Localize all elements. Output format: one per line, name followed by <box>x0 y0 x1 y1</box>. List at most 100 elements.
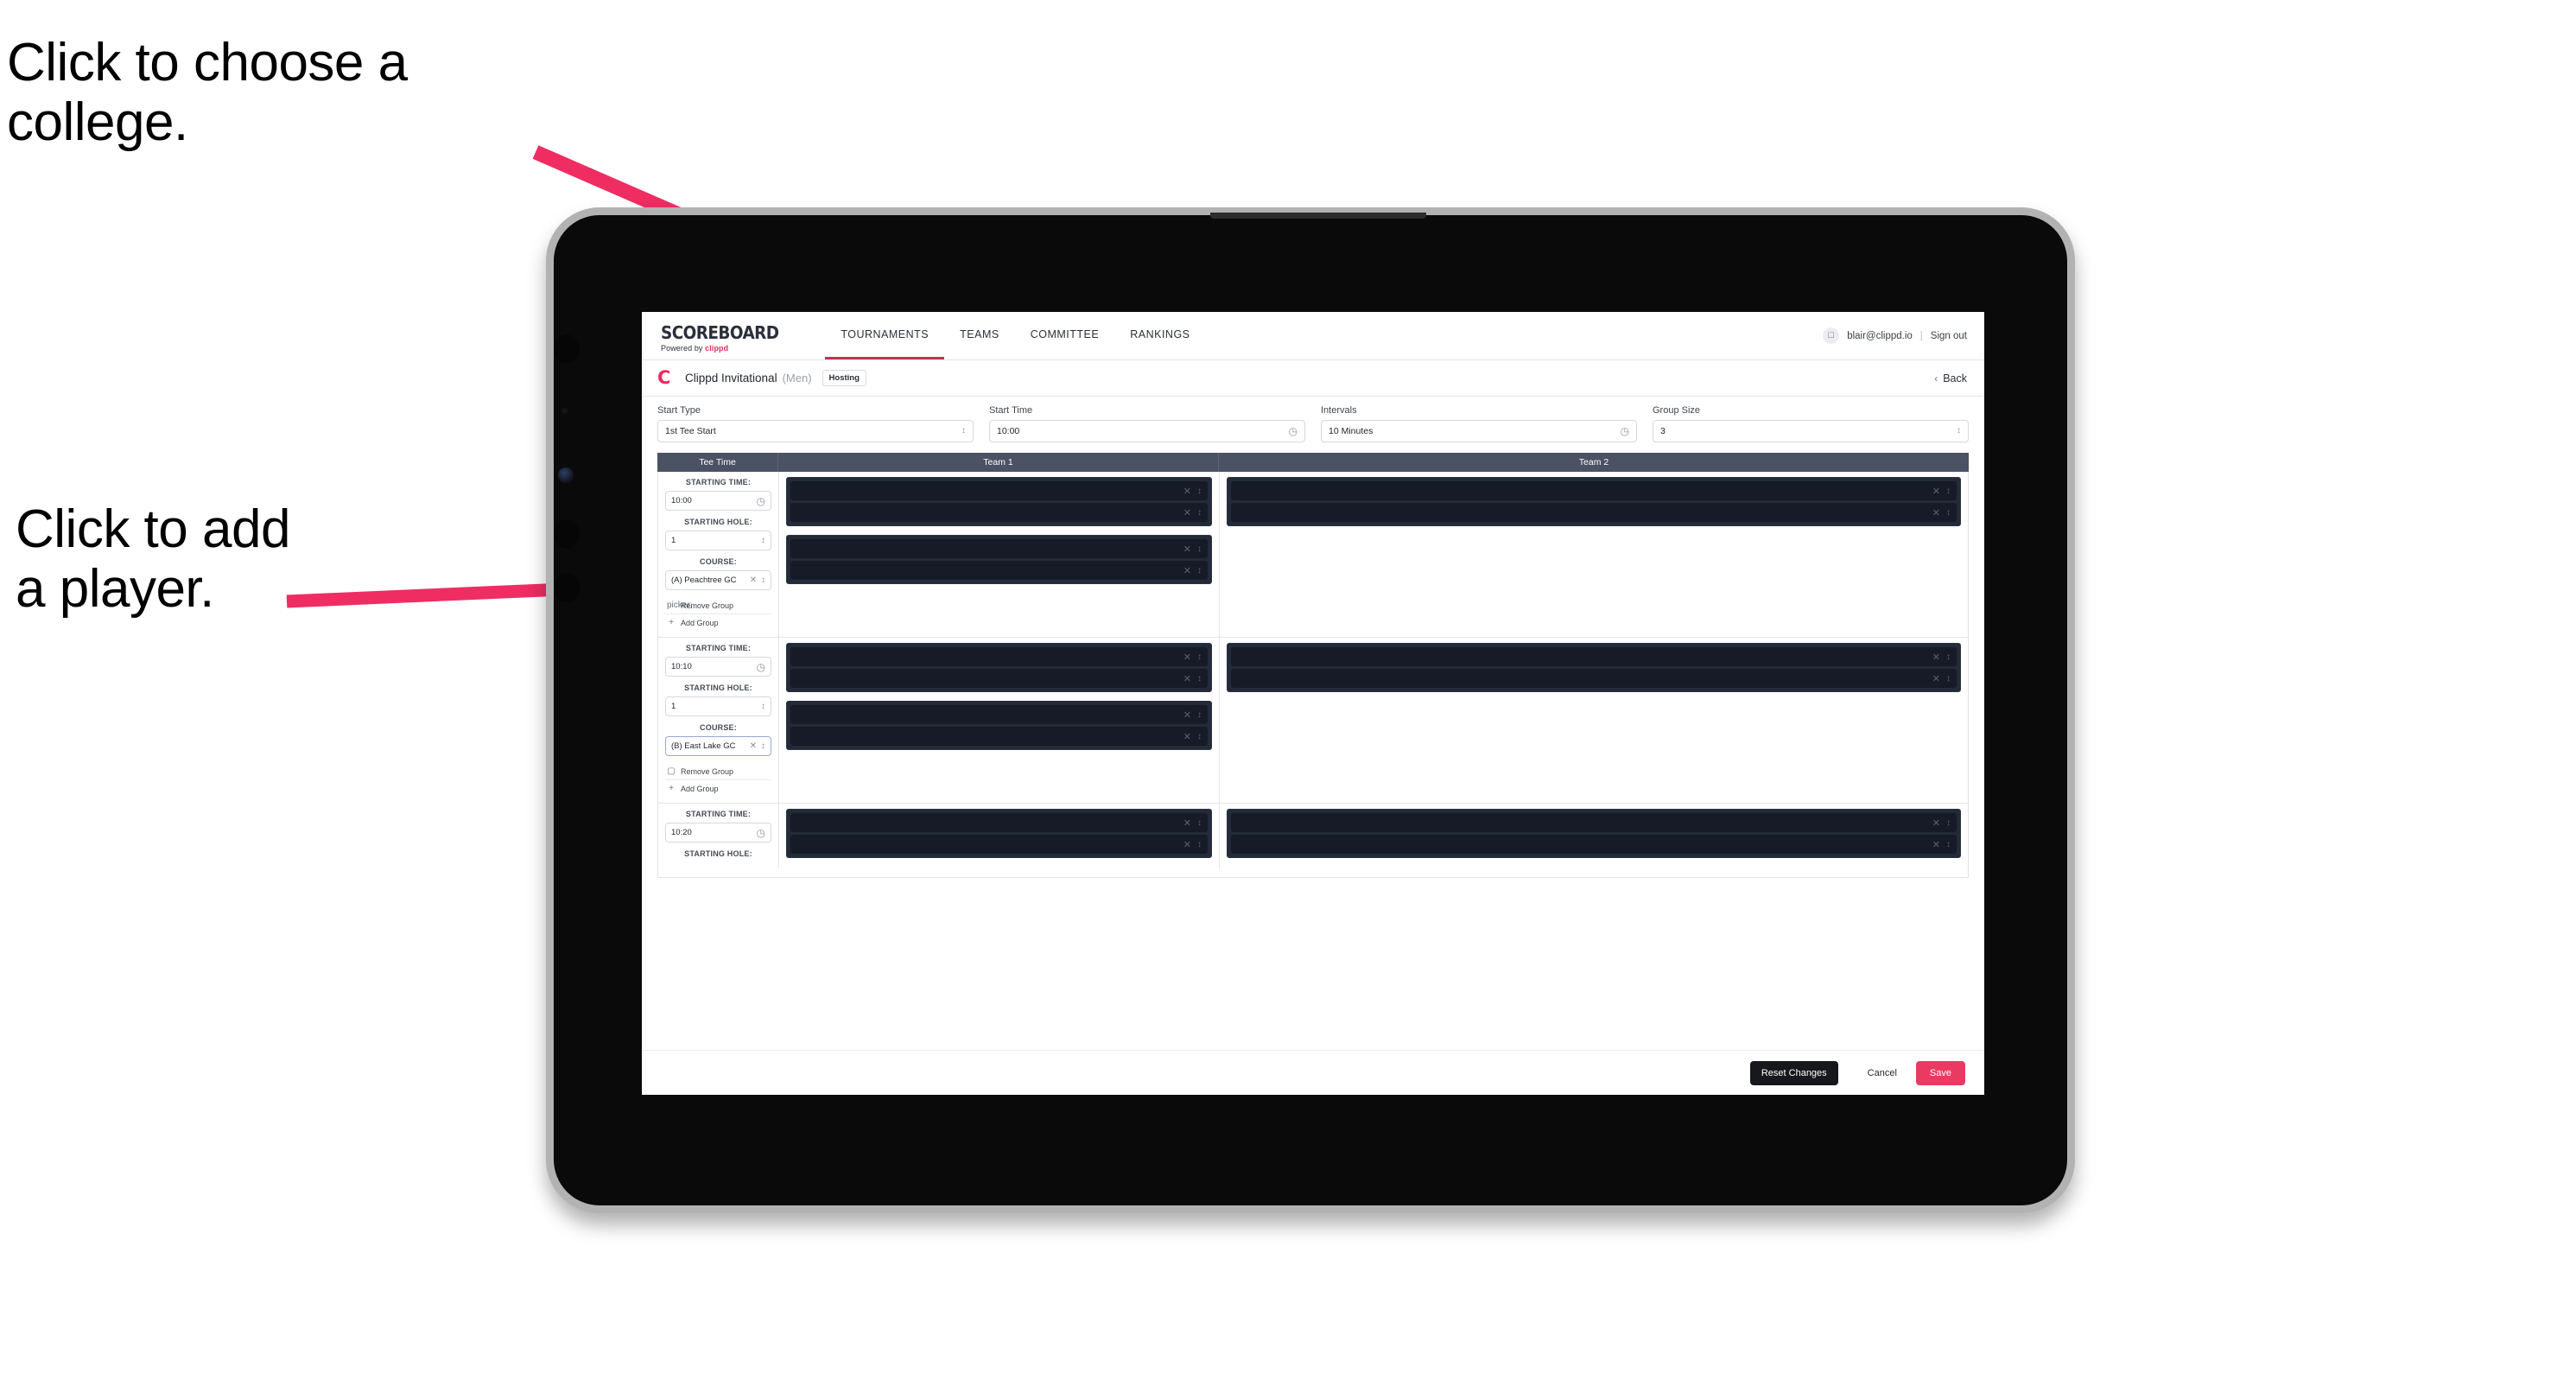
player-slot[interactable]: ✕ ↕ <box>790 539 1208 558</box>
starting-time-value: 10:20 <box>671 828 692 837</box>
status-badge: Hosting <box>822 370 866 386</box>
chevron-updown-icon: ↕ <box>761 701 765 711</box>
clear-icon[interactable]: ✕ <box>1183 652 1191 663</box>
remove-group-button[interactable]: ▢ Remove Group <box>665 763 771 780</box>
nav-item-teams[interactable]: TEAMS <box>944 312 1015 359</box>
player-slot[interactable]: ✕ ↕ <box>790 481 1208 500</box>
filters-row: Start Type 1st Tee Start ↕ Start Time 10… <box>642 397 1984 449</box>
player-group: ✕ ↕ ✕ ↕ <box>786 477 1212 526</box>
player-slot[interactable]: ✕ ↕ <box>790 813 1208 832</box>
app-viewport: SCOREBOARD Powered by clippd TOURNAMENTS… <box>642 312 1984 1095</box>
clear-icon[interactable]: ✕ <box>1183 486 1191 497</box>
clear-icon[interactable]: ✕ <box>1183 544 1191 555</box>
chevron-updown-icon: ↕ <box>1946 817 1951 828</box>
player-slot[interactable]: ✕ ↕ <box>790 561 1208 580</box>
course-value: (B) East Lake GC <box>671 741 736 751</box>
clear-icon[interactable]: ✕ <box>1932 817 1940 829</box>
save-button[interactable]: Save <box>1915 1060 1965 1085</box>
clear-icon[interactable]: ✕ <box>1183 839 1191 850</box>
intervals-value: 10 Minutes <box>1329 426 1374 436</box>
chevron-updown-icon: ↕ <box>1197 652 1202 662</box>
column-header-team-1: Team 1 <box>778 453 1219 472</box>
chevron-updown-icon: ↕ <box>761 741 765 751</box>
screenshot-root: Click to choose a college. Click to add … <box>0 0 2576 1386</box>
clear-icon[interactable]: ✕ <box>1932 507 1940 518</box>
player-slot[interactable]: ✕ ↕ <box>790 503 1208 522</box>
label-course: COURSE: <box>700 723 737 732</box>
clear-icon[interactable]: ✕ <box>1183 673 1191 684</box>
course-value: (A) Peachtree GC <box>671 575 737 585</box>
clear-icon[interactable]: ✕ <box>1932 486 1940 497</box>
starting-hole-input[interactable]: 1 ↕ <box>665 531 771 550</box>
clock-icon: ◷ <box>756 826 765 839</box>
cancel-button[interactable]: Cancel <box>1852 1061 1913 1085</box>
brand-title: SCOREBOARD <box>661 322 779 343</box>
filter-start-time: Start Time 10:00 ◷ <box>989 405 1305 442</box>
player-slot[interactable]: ✕ ↕ <box>790 669 1208 688</box>
player-group: ✕ ↕ ✕ ↕ <box>1227 477 1961 526</box>
device-button-top[interactable] <box>554 334 580 364</box>
table-row: STARTING TIME: 10:20 ◷ STARTING HOLE: ✕ ↕… <box>658 804 1968 868</box>
tournament-gender: (Men) <box>782 372 812 385</box>
nav-item-tournaments[interactable]: TOURNAMENTS <box>825 312 945 359</box>
course-select[interactable]: (A) Peachtree GC ✕ ↕ <box>665 570 771 590</box>
clear-icon[interactable]: ✕ <box>1183 709 1191 721</box>
clock-icon: ◷ <box>1288 425 1298 437</box>
clear-icon[interactable]: ✕ <box>750 575 757 585</box>
player-slot[interactable]: ✕ ↕ <box>1231 813 1957 832</box>
player-slot[interactable]: ✕ ↕ <box>1231 669 1957 688</box>
player-slot[interactable]: ✕ ↕ <box>1231 481 1957 500</box>
annotation-choose-college: Click to choose a college. <box>7 33 408 153</box>
chevron-left-icon: ‹ <box>1934 372 1938 385</box>
player-slot[interactable]: ✕ ↕ <box>1231 835 1957 854</box>
start-type-value: 1st Tee Start <box>665 426 716 436</box>
tee-time-cell: STARTING TIME: 10:20 ◷ STARTING HOLE: <box>658 804 779 868</box>
clear-icon[interactable]: ✕ <box>1932 839 1940 850</box>
nav-item-committee[interactable]: COMMITTEE <box>1015 312 1115 359</box>
back-button[interactable]: ‹ Back <box>1934 372 1967 385</box>
chevron-updown-icon: ↕ <box>1957 426 1961 436</box>
player-slot[interactable]: ✕ ↕ <box>1231 503 1957 522</box>
brand-powered-by: Powered by <box>661 344 703 353</box>
starting-time-input[interactable]: 10:10 ◷ <box>665 657 771 677</box>
clear-icon[interactable]: ✕ <box>1183 731 1191 742</box>
table-body[interactable]: STARTING TIME: 10:00 ◷ STARTING HOLE: 1 … <box>657 472 1969 878</box>
player-slot[interactable]: ✕ ↕ <box>1231 647 1957 666</box>
nav-item-rankings[interactable]: RANKINGS <box>1114 312 1205 359</box>
group-size-select[interactable]: 3 ↕ <box>1653 420 1969 442</box>
plus-icon: + <box>669 784 674 793</box>
player-slot[interactable]: ✕ ↕ <box>790 647 1208 666</box>
team-2-cell: ✕ ↕ ✕ ↕ <box>1220 804 1968 868</box>
add-group-button[interactable]: + Add Group <box>665 614 771 631</box>
device-volume-up-button[interactable] <box>554 519 580 549</box>
sign-out-link[interactable]: Sign out <box>1931 331 1967 341</box>
brand-logo[interactable]: SCOREBOARD Powered by clippd <box>642 312 801 359</box>
clear-icon[interactable]: ✕ <box>1183 817 1191 829</box>
team-2-cell: ✕ ↕ ✕ ↕ <box>1220 472 1968 637</box>
starting-time-input[interactable]: 10:00 ◷ <box>665 491 771 511</box>
clear-icon[interactable]: ✕ <box>750 741 757 751</box>
starting-time-input[interactable]: 10:20 ◷ <box>665 823 771 842</box>
course-select[interactable]: (B) East Lake GC ✕ ↕ <box>665 736 771 756</box>
clear-icon[interactable]: ✕ <box>1183 565 1191 576</box>
device-volume-down-button[interactable] <box>554 573 580 602</box>
player-slot[interactable]: ✕ ↕ <box>790 705 1208 724</box>
clear-icon[interactable]: ✕ <box>1932 673 1940 684</box>
player-slot[interactable]: ✕ ↕ <box>790 835 1208 854</box>
brand-subtitle: Powered by clippd <box>661 344 789 353</box>
clear-icon[interactable]: ✕ <box>1183 507 1191 518</box>
start-time-input[interactable]: 10:00 ◷ <box>989 420 1305 442</box>
start-type-select[interactable]: 1st Tee Start ↕ <box>657 420 974 442</box>
remove-group-label: Remove Group <box>681 766 734 776</box>
reset-changes-button[interactable]: Reset Changes <box>1749 1060 1838 1085</box>
remove-group-label: Remove Group <box>681 601 734 610</box>
starting-hole-input[interactable]: 1 ↕ <box>665 696 771 716</box>
intervals-input[interactable]: 10 Minutes ◷ <box>1321 420 1637 442</box>
chevron-updown-icon: ↕ <box>1197 839 1202 849</box>
user-icon[interactable]: ☐ <box>1823 327 1840 344</box>
player-slot[interactable]: ✕ ↕ <box>790 727 1208 746</box>
label-starting-time: STARTING TIME: <box>685 478 752 486</box>
remove-group-button[interactable]: picker; Remove Group <box>665 597 771 614</box>
clear-icon[interactable]: ✕ <box>1932 652 1940 663</box>
add-group-button[interactable]: + Add Group <box>665 780 771 797</box>
